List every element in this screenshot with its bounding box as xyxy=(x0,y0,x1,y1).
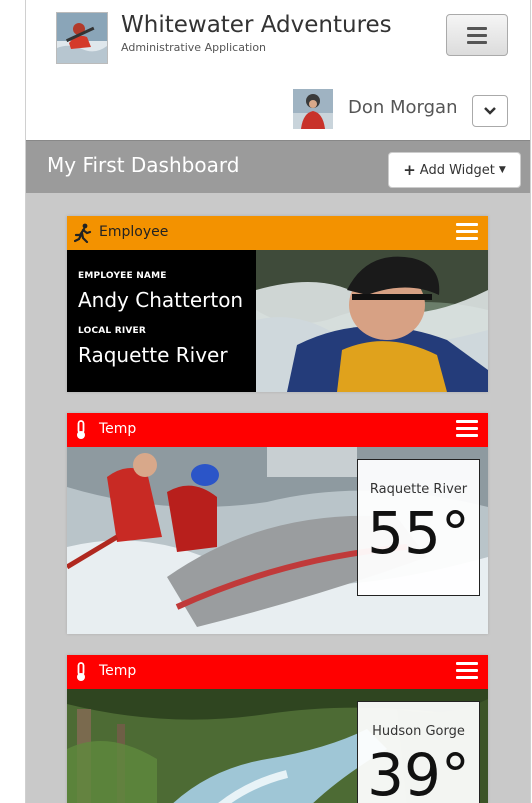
local-river-value: Raquette River xyxy=(78,343,228,367)
plus-icon: + xyxy=(403,161,416,179)
widget-title: Temp xyxy=(99,421,137,437)
temperature-panel: Raquette River 55° xyxy=(357,459,480,596)
running-person-icon xyxy=(74,223,92,243)
user-menu-dropdown[interactable] xyxy=(472,95,508,127)
user-avatar xyxy=(293,89,333,129)
temperature-location: Hudson Gorge xyxy=(372,724,465,739)
main-menu-button[interactable] xyxy=(446,14,508,56)
employee-name-value: Andy Chatterton xyxy=(78,288,244,312)
widget-title: Employee xyxy=(99,224,169,240)
widget-title: Temp xyxy=(99,663,137,679)
employee-info-panel: EMPLOYEE NAME Andy Chatterton LOCAL RIVE… xyxy=(67,250,256,392)
temp-widget: Temp Raquette River 55° xyxy=(67,413,488,634)
app-logo xyxy=(56,12,108,64)
temperature-location: Raquette River xyxy=(369,482,468,497)
caret-down-icon: ▼ xyxy=(498,165,506,175)
add-widget-button[interactable]: + Add Widget ▼ xyxy=(388,152,521,188)
dashboard-toolbar: My First Dashboard + Add Widget ▼ xyxy=(26,141,530,193)
add-widget-label: Add Widget xyxy=(419,162,495,178)
app-title: Whitewater Adventures xyxy=(121,12,392,38)
widget-header: Temp xyxy=(67,655,488,689)
hamburger-icon xyxy=(467,27,487,30)
user-name: Don Morgan xyxy=(348,97,458,118)
temperature-panel: Hudson Gorge 39° xyxy=(357,701,480,803)
dashboard-title: My First Dashboard xyxy=(47,153,240,177)
local-river-label: LOCAL RIVER xyxy=(78,326,147,336)
widget-menu-button[interactable] xyxy=(456,662,478,680)
temperature-value: 55° xyxy=(367,499,470,567)
widget-header: Employee xyxy=(67,216,488,250)
app-frame: Whitewater Adventures Administrative App… xyxy=(25,0,531,803)
thermometer-icon xyxy=(77,662,85,681)
widget-body: Hudson Gorge 39° xyxy=(67,689,488,803)
widget-menu-button[interactable] xyxy=(456,420,478,438)
dashboard: My First Dashboard + Add Widget ▼ Employ… xyxy=(26,140,530,803)
widget-body: EMPLOYEE NAME Andy Chatterton LOCAL RIVE… xyxy=(67,250,488,392)
widget-body: Raquette River 55° xyxy=(67,447,488,634)
chevron-down-icon xyxy=(484,107,496,115)
widget-header: Temp xyxy=(67,413,488,447)
thermometer-icon xyxy=(77,420,85,439)
app-subtitle: Administrative Application xyxy=(121,41,267,54)
employee-widget: Employee EMPLOYEE NAME Andy Chatterton L… xyxy=(67,216,488,392)
employee-name-label: EMPLOYEE NAME xyxy=(78,271,167,281)
temp-widget: Temp Hudson Gorge 39° xyxy=(67,655,488,803)
widget-menu-button[interactable] xyxy=(456,223,478,241)
temperature-value: 39° xyxy=(367,741,470,803)
